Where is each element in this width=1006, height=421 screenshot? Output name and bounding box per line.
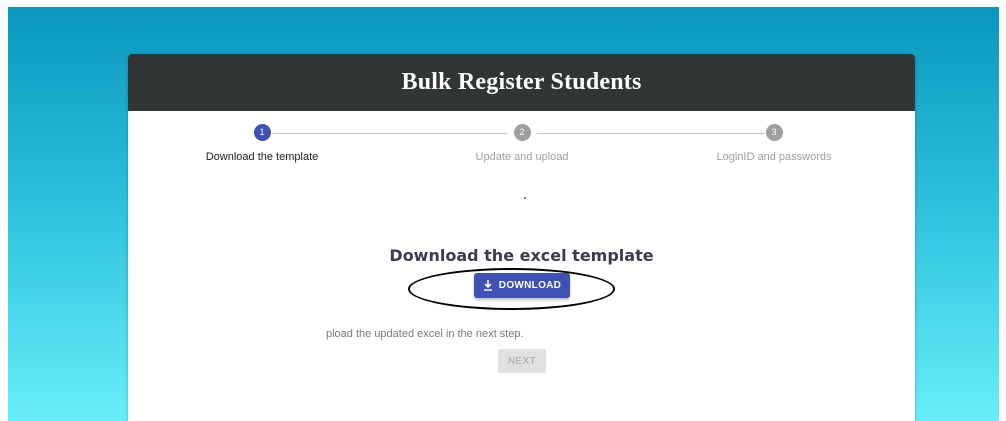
app-background: Bulk Register Students 1 Download the te… [8, 7, 999, 421]
section-heading: Download the excel template [389, 246, 654, 265]
download-button[interactable]: DOWNLOAD [474, 273, 570, 298]
step-update-upload[interactable]: 2 Update and upload [432, 124, 612, 163]
step-download-template[interactable]: 1 Download the template [172, 124, 352, 163]
next-button[interactable]: NEXT [498, 349, 546, 373]
bulk-register-card: Bulk Register Students 1 Download the te… [128, 54, 915, 421]
page-title: Bulk Register Students [401, 69, 642, 95]
step-label: Update and upload [475, 151, 569, 163]
card-header: Bulk Register Students [128, 54, 915, 111]
step-login-passwords[interactable]: 3 LoginID and passwords [684, 124, 864, 163]
download-button-label: DOWNLOAD [498, 280, 562, 291]
step-number-badge: 3 [765, 124, 783, 141]
download-icon [483, 280, 492, 291]
instruction-text: pload the updated excel in the next step… [326, 328, 524, 340]
step-label: Download the template [205, 151, 319, 163]
stray-dot [524, 197, 526, 199]
step-number-badge: 1 [253, 124, 271, 141]
stepper: 1 Download the template 2 Update and upl… [128, 111, 915, 171]
step-number-badge: 2 [513, 124, 531, 141]
step-label: LoginID and passwords [716, 151, 832, 163]
